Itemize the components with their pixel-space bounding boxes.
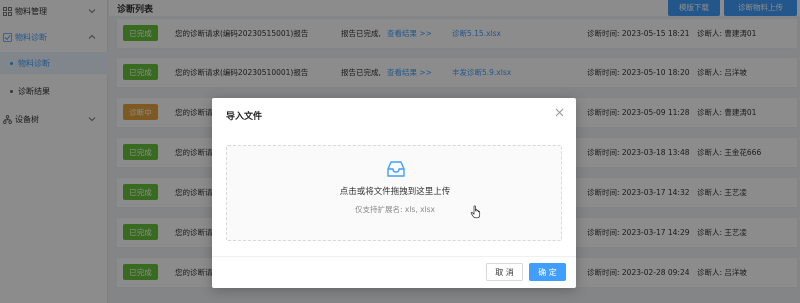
upload-instruction: 点击或将文件拖拽到这里上传 [339,187,451,197]
inbox-icon [387,161,405,177]
dialog-title: 导入文件 [226,112,263,122]
footer-divider [212,256,576,257]
hand-cursor-icon [470,205,481,219]
import-file-dialog: 导入文件 点击或将文件拖拽到这里上传 仅支持扩展名: xls, xlsx 取 消… [212,98,576,288]
upload-dropzone[interactable]: 点击或将文件拖拽到这里上传 仅支持扩展名: xls, xlsx [226,145,562,241]
upload-hint: 仅支持扩展名: xls, xlsx [355,205,435,214]
cancel-button[interactable]: 取 消 [486,263,523,281]
close-icon[interactable] [554,107,565,118]
confirm-button[interactable]: 确 定 [529,263,566,281]
